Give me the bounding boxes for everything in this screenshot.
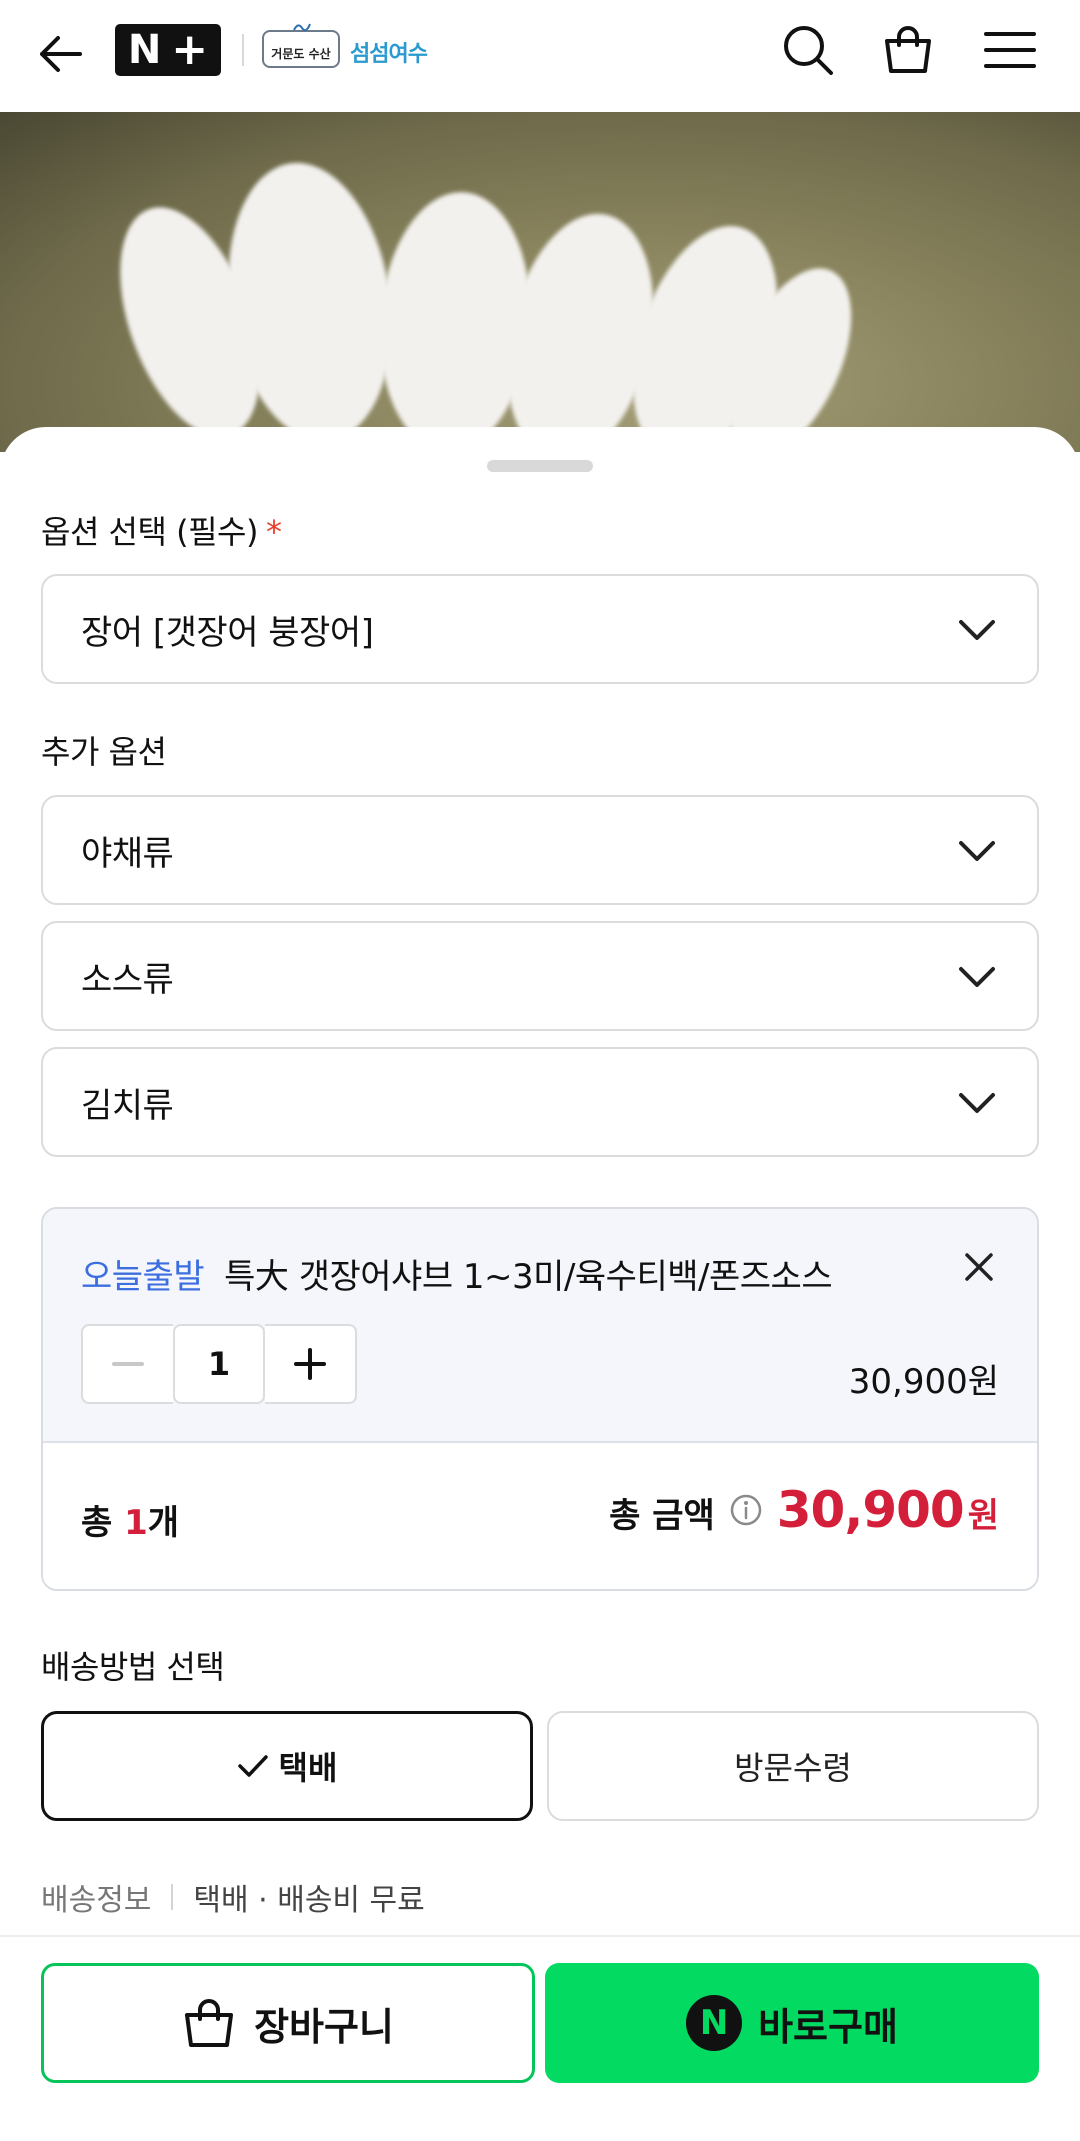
decrease-quantity-button[interactable] xyxy=(81,1324,173,1404)
naver-pay-badge: N xyxy=(686,1995,743,2051)
additional-option-value: 소스류 xyxy=(81,959,174,1000)
increase-quantity-button[interactable] xyxy=(265,1324,357,1404)
selected-item-name: 특大 갯장어샤브 1~3미/육수티백/폰즈소스 xyxy=(224,1257,833,1297)
selected-item-title: 오늘출발 특大 갯장어샤브 1~3미/육수티백/폰즈소스 xyxy=(81,1249,833,1298)
total-amount-value: 30,900 xyxy=(776,1481,965,1539)
header-divider xyxy=(242,34,244,66)
shipping-info-value: 택배 · 배송비 무료 xyxy=(193,1883,425,1918)
additional-option-select-vegetables[interactable]: 야채류 xyxy=(41,795,1039,905)
store-logo-text: 거문도 수산 xyxy=(271,47,331,61)
search-icon[interactable] xyxy=(776,18,840,82)
additional-option-select-sauce[interactable]: 소스류 xyxy=(41,921,1039,1031)
info-icon[interactable] xyxy=(729,1493,763,1527)
minus-icon xyxy=(112,1362,144,1366)
quantity-value[interactable]: 1 xyxy=(173,1324,265,1404)
delivery-option-label: 방문수령 xyxy=(734,1749,852,1787)
additional-option-value: 야채류 xyxy=(81,833,174,874)
shopping-bag-icon[interactable] xyxy=(876,18,940,82)
back-arrow-icon[interactable] xyxy=(32,26,88,82)
total-count-prefix: 총 xyxy=(81,1503,125,1543)
delivery-method-label: 배송방법 선택 xyxy=(41,1648,225,1686)
delivery-option-pickup-button[interactable]: 방문수령 xyxy=(547,1711,1039,1821)
chevron-down-icon xyxy=(959,841,995,861)
total-amount-currency: 원 xyxy=(967,1496,999,1536)
shipping-info: 배송정보 택배 · 배송비 무료 xyxy=(41,1875,425,1919)
total-count-suffix: 개 xyxy=(147,1503,180,1543)
same-day-tag: 오늘출발 xyxy=(81,1257,205,1297)
total-amount: 총 금액 30,900 원 xyxy=(609,1481,999,1539)
add-to-cart-label: 장바구니 xyxy=(254,2004,394,2049)
quantity-stepper: 1 xyxy=(81,1324,357,1404)
required-option-text: 옵션 선택 (필수) xyxy=(41,513,258,551)
chevron-down-icon xyxy=(959,1093,995,1113)
store-name[interactable]: 섬섬여수 xyxy=(350,36,428,68)
selected-item-row: 오늘출발 특大 갯장어샤브 1~3미/육수티백/폰즈소스 1 30,900원 xyxy=(43,1209,1037,1443)
shopping-bag-icon xyxy=(185,1999,234,2047)
wave-icon xyxy=(293,23,311,32)
selected-item-card: 오늘출발 특大 갯장어샤브 1~3미/육수티백/폰즈소스 1 30,900원 총 … xyxy=(41,1207,1039,1591)
total-amount-label: 총 금액 xyxy=(609,1496,715,1536)
selected-item-price: 30,900원 xyxy=(848,1362,999,1402)
store-logo[interactable]: 거문도 수산 xyxy=(262,23,340,68)
plus-icon xyxy=(294,1348,326,1380)
menu-icon[interactable] xyxy=(978,18,1042,82)
product-photo xyxy=(0,112,1080,452)
required-option-value: 장어 [갯장어 붕장어] xyxy=(81,612,374,653)
additional-option-label: 추가 옵션 xyxy=(41,733,167,771)
buy-now-label: 바로구매 xyxy=(758,2004,898,2049)
shipping-info-divider xyxy=(171,1884,174,1910)
add-to-cart-button[interactable]: 장바구니 xyxy=(41,1963,535,2083)
chevron-down-icon xyxy=(959,967,995,987)
plus-icon: + xyxy=(171,24,209,75)
total-row: 총 1개 총 금액 30,900 원 xyxy=(43,1445,1037,1589)
required-option-select[interactable]: 장어 [갯장어 붕장어] xyxy=(41,574,1039,684)
total-count-number: 1 xyxy=(124,1503,148,1543)
delivery-option-courier-button[interactable]: 택배 xyxy=(41,1711,533,1821)
additional-option-value: 김치류 xyxy=(81,1085,174,1126)
chevron-down-icon xyxy=(959,620,995,640)
bottom-action-bar: 장바구니 N 바로구매 xyxy=(0,1935,1080,2141)
required-mark: * xyxy=(265,513,282,551)
naver-badge-letter: N xyxy=(127,27,162,73)
sheet-grabber[interactable] xyxy=(487,460,593,472)
check-icon xyxy=(237,1755,268,1777)
top-header: N + 거문도 수산 섬섬여수 xyxy=(0,0,1080,112)
buy-now-button[interactable]: N 바로구매 xyxy=(545,1963,1039,2083)
close-icon[interactable] xyxy=(961,1249,997,1285)
additional-option-select-kimchi[interactable]: 김치류 xyxy=(41,1047,1039,1157)
total-count: 총 1개 xyxy=(81,1495,179,1544)
required-option-label: 옵션 선택 (필수) * xyxy=(41,507,282,553)
naver-plus-logo[interactable]: N + xyxy=(115,24,221,76)
delivery-option-label: 택배 xyxy=(278,1749,338,1787)
shipping-info-key: 배송정보 xyxy=(41,1883,152,1918)
